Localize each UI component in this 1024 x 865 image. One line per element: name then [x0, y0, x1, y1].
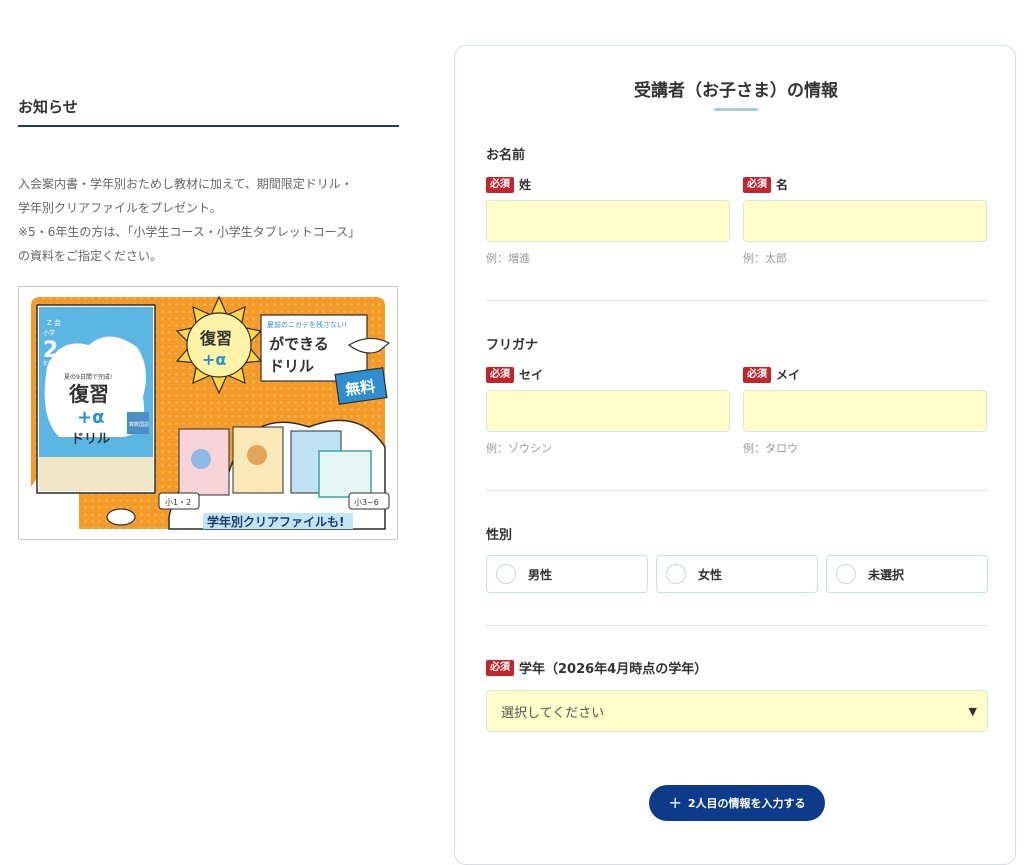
first-name-label-text: 名 [776, 178, 789, 192]
catch-main-2: ドリル [269, 357, 314, 375]
form-title: 受講者（お子さま）の情報 [634, 81, 838, 101]
book-brand: Z 会 [47, 318, 61, 327]
notice-line: 学年別クリアファイルをプレゼント。 [18, 201, 222, 215]
name-section-label: お名前 [486, 148, 526, 163]
last-name-input[interactable] [486, 200, 730, 242]
plus-icon: + [668, 793, 682, 812]
book-grade-prefix: 小学 [43, 329, 55, 337]
book-title-1: 復習 [68, 382, 109, 406]
sun-alpha: +α [202, 350, 226, 369]
grade-tag-low: 小1・2 [165, 498, 191, 507]
first-kana-input[interactable] [743, 390, 987, 432]
last-name-label: 必須 姓 [486, 176, 531, 193]
first-kana-label-text: メイ [776, 368, 801, 382]
section-divider [486, 625, 988, 626]
book-title-3: ドリル [71, 432, 110, 447]
last-kana-hint: 例：ゾウシン [486, 442, 552, 455]
radio-circle-icon[interactable] [496, 564, 516, 584]
drill-book: Z 会 小学 2 年生 夏の9日間で完成! 復習 +α ドリル 算数国語 [36, 304, 156, 494]
required-badge: 必須 [486, 366, 514, 383]
notice-heading: お知らせ [18, 98, 78, 116]
kana-section-label: フリガナ [486, 338, 539, 353]
book-grade: 2 [43, 338, 58, 363]
book-badge: 算数国語 [129, 421, 149, 428]
first-kana-hint: 例：タロウ [743, 442, 798, 455]
gender-option-label: 女性 [698, 567, 723, 582]
section-divider [486, 300, 988, 301]
required-badge: 必須 [743, 176, 771, 193]
last-kana-label: 必須 セイ [486, 366, 543, 383]
grade-label-text: 学年（2026年4月時点の学年） [519, 662, 708, 677]
notice-line: 入会案内書・学年別おためし教材に加えて、期間限定ドリル・ [18, 177, 353, 191]
clearfile-teal [318, 450, 372, 498]
grade-label: 必須 学年（2026年4月時点の学年） [486, 658, 707, 677]
student-info-card: 受講者（お子さま）の情報 お名前 必須 姓 必須 名 例：増進 例：太郎 フリガ… [454, 45, 1016, 865]
add-second-child-button[interactable]: + 2人目の情報を入力する [649, 785, 825, 821]
crab-icon [106, 508, 136, 526]
required-badge: 必須 [486, 659, 514, 676]
add-button-label: 2人目の情報を入力する [687, 797, 806, 810]
grade-select[interactable]: 選択してください ▼ [486, 690, 988, 732]
dropdown-arrow-icon: ▼ [968, 704, 977, 718]
last-kana-input[interactable] [486, 390, 730, 432]
first-name-label: 必須 名 [743, 176, 788, 193]
notice-line: ※5・6年生の方は、「小学生コース・小学生タブレットコース」 [18, 225, 361, 239]
gender-option-unselected[interactable]: 未選択 [826, 555, 988, 593]
book-grade-suffix: 年生 [43, 360, 53, 367]
first-name-input[interactable] [743, 200, 987, 242]
grade-tag-high: 小3~6 [354, 498, 379, 507]
gender-option-male[interactable]: 男性 [486, 555, 648, 593]
notice-body: 入会案内書・学年別おためし教材に加えて、期間限定ドリル・ 学年別クリアファイルを… [18, 172, 403, 268]
catch-small: 夏前のニガテを残さない! [267, 320, 347, 329]
book-tagline: 夏の9日間で完成! [64, 373, 112, 381]
last-kana-label-text: セイ [519, 368, 544, 382]
radio-circle-icon[interactable] [666, 564, 686, 584]
radio-circle-icon[interactable] [836, 564, 856, 584]
last-name-hint: 例：増進 [486, 252, 530, 265]
required-badge: 必須 [743, 366, 771, 383]
grade-select-value: 選択してください [501, 705, 605, 721]
notice-line: の資料をご指定ください。 [18, 249, 163, 263]
required-badge: 必須 [486, 176, 514, 193]
section-divider [486, 490, 988, 491]
title-underline [714, 108, 758, 111]
gender-option-female[interactable]: 女性 [656, 555, 818, 593]
sun-title: 復習 [199, 329, 232, 348]
book-title-2: +α [77, 407, 104, 428]
first-kana-label: 必須 メイ [743, 366, 800, 383]
first-name-hint: 例：太郎 [743, 252, 787, 265]
campaign-banner: Z 会 小学 2 年生 夏の9日間で完成! 復習 +α ドリル 算数国語 復習 … [18, 286, 398, 540]
campaign-banner-illustration: Z 会 小学 2 年生 夏の9日間で完成! 復習 +α ドリル 算数国語 復習 … [19, 287, 397, 539]
catch-main-1: ができる [269, 335, 329, 353]
notice-divider [18, 125, 399, 127]
last-name-label-text: 姓 [519, 178, 532, 192]
gender-option-label: 男性 [528, 567, 553, 582]
gender-option-label: 未選択 [868, 567, 905, 582]
clearfile-caption: 学年別クリアファイルも! [207, 514, 344, 529]
gender-section-label: 性別 [486, 528, 513, 543]
